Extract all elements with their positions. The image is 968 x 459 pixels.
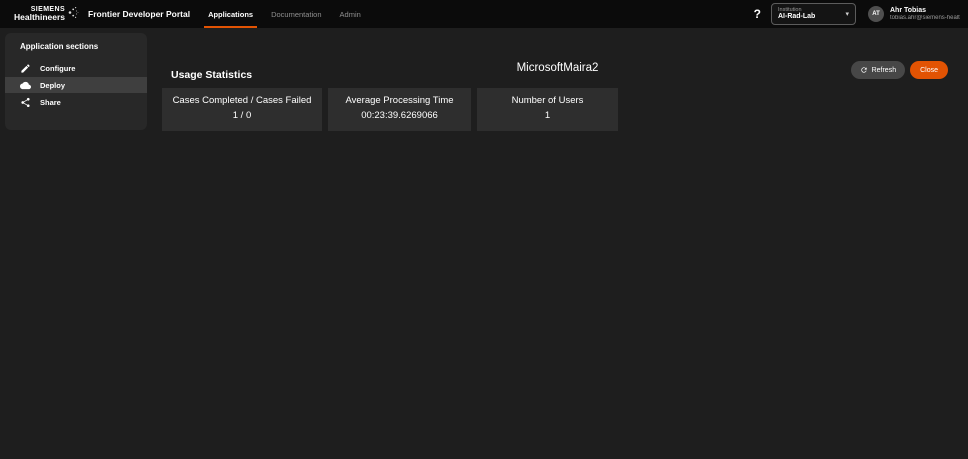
stats-row: Cases Completed / Cases Failed 1 / 0 Ave… [162, 88, 618, 131]
institution-value: AI-Rad-Lab [778, 13, 845, 21]
sidebar-item-configure[interactable]: Configure [5, 60, 147, 76]
sidebar-title: Application sections [5, 40, 147, 60]
healthineers-spark-icon [68, 6, 79, 24]
sidebar-item-label: Share [40, 98, 61, 107]
refresh-button[interactable]: Refresh [851, 61, 906, 79]
stat-value: 00:23:39.6269066 [328, 109, 471, 124]
refresh-icon [860, 66, 868, 74]
close-button-label: Close [920, 67, 938, 74]
stat-label: Cases Completed / Cases Failed [162, 94, 322, 109]
sidebar-item-label: Deploy [40, 81, 65, 90]
refresh-button-label: Refresh [872, 67, 897, 74]
main-nav-tabs: Applications Documentation Admin [204, 0, 375, 28]
sidebar-item-deploy[interactable]: Deploy [5, 77, 147, 93]
stat-card-processing-time: Average Processing Time 00:23:39.6269066 [328, 88, 471, 131]
stat-label: Number of Users [477, 94, 618, 109]
user-name: Ahr Tobias [890, 6, 960, 15]
sidebar-item-label: Configure [40, 64, 75, 73]
stat-value: 1 [477, 109, 618, 124]
action-buttons: Refresh Close [851, 61, 948, 79]
tab-documentation[interactable]: Documentation [267, 0, 325, 28]
top-header: SIEMENS Healthineers Frontier Developer … [0, 0, 968, 28]
stat-card-cases: Cases Completed / Cases Failed 1 / 0 [162, 88, 322, 131]
usage-statistics-heading: Usage Statistics [171, 69, 252, 81]
pencil-icon [20, 63, 31, 74]
stat-label: Average Processing Time [328, 94, 471, 109]
close-button[interactable]: Close [910, 61, 948, 79]
logo-text: SIEMENS Healthineers [14, 6, 65, 22]
sidebar-item-share[interactable]: Share [5, 94, 147, 110]
logo-line-healthineers: Healthineers [14, 13, 65, 22]
tab-admin[interactable]: Admin [336, 0, 365, 28]
chevron-down-icon: ▾ [845, 10, 849, 18]
siemens-healthineers-logo: SIEMENS Healthineers Frontier Developer … [14, 5, 190, 24]
application-sections-sidebar: Application sections Configure Deploy Sh… [5, 33, 147, 130]
share-icon [20, 97, 31, 108]
portal-title: Frontier Developer Portal [88, 9, 190, 19]
avatar[interactable]: AT [868, 6, 884, 22]
tab-applications[interactable]: Applications [204, 0, 257, 28]
cloud-icon [20, 80, 31, 91]
user-email: tobias.ahr@siemens-healthi... [890, 15, 960, 23]
page-title: MicrosoftMaira2 [147, 62, 968, 74]
stat-value: 1 / 0 [162, 109, 322, 124]
stat-card-users: Number of Users 1 [477, 88, 618, 131]
help-icon[interactable]: ? [754, 7, 761, 21]
header-right: ? Institution AI-Rad-Lab ▾ AT Ahr Tobias… [754, 3, 960, 25]
institution-texts: Institution AI-Rad-Lab [778, 7, 845, 21]
institution-dropdown[interactable]: Institution AI-Rad-Lab ▾ [771, 3, 856, 25]
user-info: Ahr Tobias tobias.ahr@siemens-healthi... [890, 6, 960, 23]
